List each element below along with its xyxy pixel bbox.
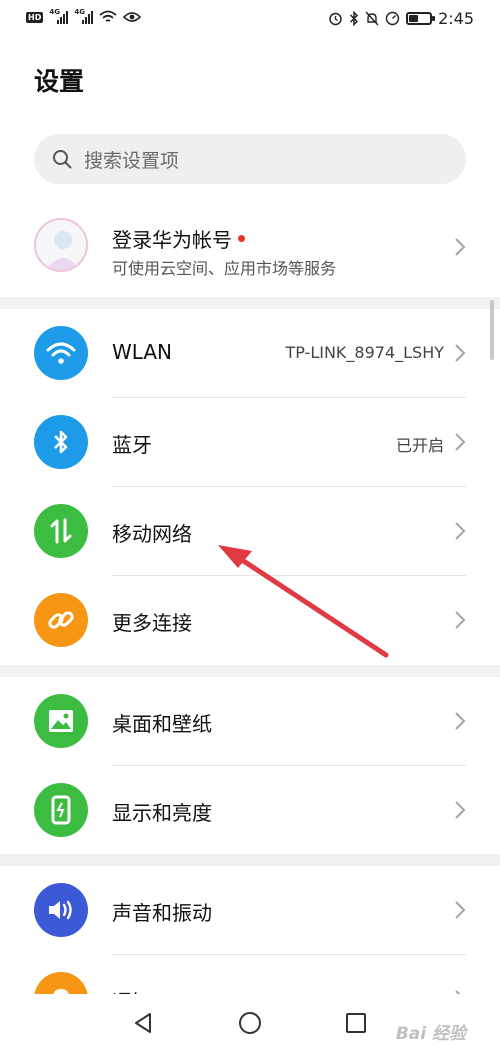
home-icon[interactable] xyxy=(238,1011,262,1035)
watermark: Bai 经验 xyxy=(395,1024,466,1044)
recents-icon[interactable] xyxy=(345,1012,367,1034)
annotation-arrow xyxy=(218,545,389,658)
back-icon[interactable] xyxy=(133,1012,153,1034)
navigation-bar: Bai 经验 xyxy=(0,994,500,1056)
